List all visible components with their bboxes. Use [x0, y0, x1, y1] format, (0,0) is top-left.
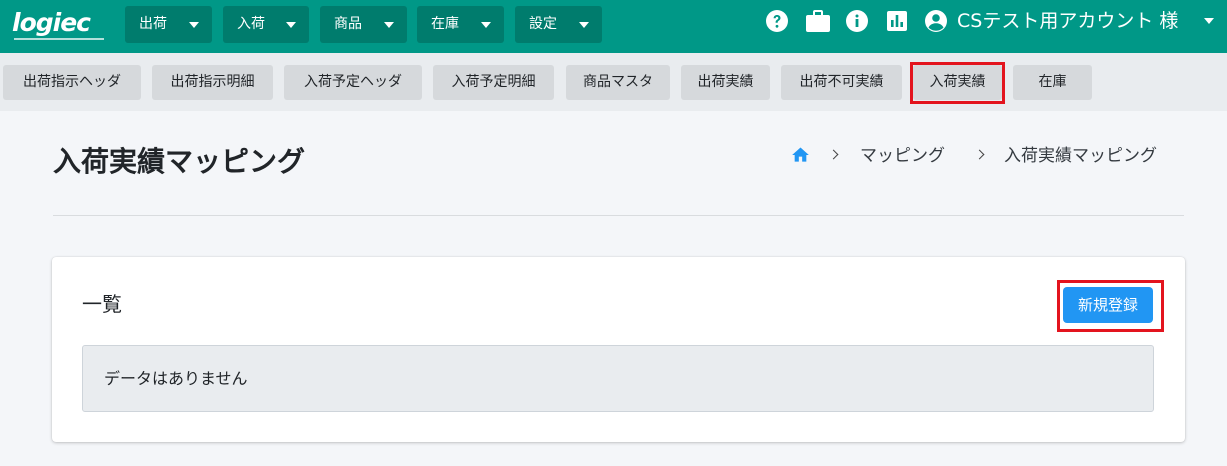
logo-text: logiec: [12, 8, 91, 37]
caret-down-icon: [189, 22, 199, 28]
menu-label: 商品: [334, 16, 362, 32]
tab-shipping-results[interactable]: 出荷実績: [681, 65, 770, 100]
tab-inventory[interactable]: 在庫: [1013, 65, 1092, 100]
menu-settings[interactable]: 設定: [515, 6, 602, 43]
menu-products[interactable]: 商品: [320, 6, 407, 43]
menu-label: 出荷: [139, 16, 167, 32]
chevron-right-icon: [974, 149, 985, 160]
tab-arrival-plan-header[interactable]: 入荷予定ヘッダ: [284, 65, 422, 100]
card-title: 一覧: [82, 292, 122, 316]
top-navbar: logiec 出荷 入荷 商品 在庫 設定 CSテスト用アカウント 様: [0, 0, 1227, 53]
divider: [53, 215, 1184, 216]
caret-down-icon: [286, 22, 296, 28]
breadcrumb-item-current: 入荷実績マッピング: [1004, 146, 1157, 166]
menu-shipping[interactable]: 出荷: [125, 6, 212, 43]
user-name: CSテスト用アカウント 様: [957, 10, 1179, 32]
chevron-right-icon: [828, 149, 839, 160]
tab-product-master[interactable]: 商品マスタ: [566, 65, 670, 100]
chart-icon[interactable]: [885, 9, 909, 33]
tab-arrival-results[interactable]: 入荷実績: [913, 65, 1002, 100]
home-icon[interactable]: [790, 145, 811, 165]
menu-receiving[interactable]: 入荷: [223, 6, 309, 43]
briefcase-icon[interactable]: [805, 9, 831, 33]
help-icon[interactable]: [765, 9, 789, 33]
tab-shipping-instruction-header[interactable]: 出荷指示ヘッダ: [3, 65, 141, 100]
menu-label: 在庫: [431, 16, 459, 32]
logo-underline: [14, 38, 104, 40]
tab-shipping-instruction-detail[interactable]: 出荷指示明細: [152, 65, 273, 100]
menu-label: 入荷: [237, 16, 265, 32]
tab-shipping-impossible-results[interactable]: 出荷不可実績: [781, 65, 902, 100]
tab-arrival-plan-detail[interactable]: 入荷予定明細: [433, 65, 554, 100]
empty-message: データはありません: [82, 345, 1154, 412]
page-title: 入荷実績マッピング: [53, 145, 306, 178]
list-card: 一覧 新規登録 データはありません: [52, 257, 1185, 442]
user-avatar-icon: [925, 10, 947, 32]
sub-navbar: 出荷指示ヘッダ 出荷指示明細 入荷予定ヘッダ 入荷予定明細 商品マスタ 出荷実績…: [0, 53, 1227, 111]
caret-down-icon: [579, 22, 589, 28]
info-icon[interactable]: [845, 9, 869, 33]
caret-down-icon: [481, 22, 491, 28]
new-register-button[interactable]: 新規登録: [1063, 287, 1153, 323]
caret-down-icon: [384, 22, 394, 28]
breadcrumb-item-mapping[interactable]: マッピング: [860, 144, 945, 168]
caret-down-icon[interactable]: [1204, 18, 1214, 24]
logo[interactable]: logiec: [12, 9, 108, 45]
menu-inventory[interactable]: 在庫: [417, 6, 504, 43]
menu-label: 設定: [529, 16, 557, 32]
